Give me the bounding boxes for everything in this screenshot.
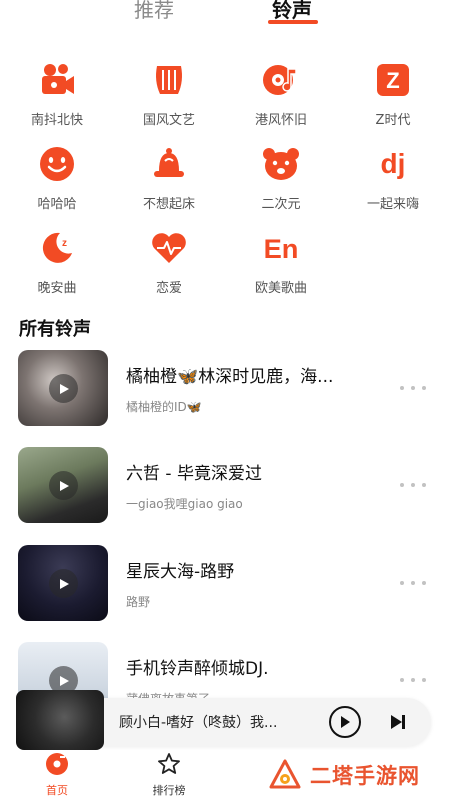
song-cover[interactable] bbox=[18, 447, 108, 523]
svg-text:z: z bbox=[62, 238, 67, 249]
category-label: 不想起床 bbox=[142, 197, 195, 212]
mini-player[interactable]: 顾小白-嗜好（咚鼓）我... bbox=[16, 690, 431, 750]
song-item[interactable]: 六哲 - 毕竟深爱过 一giao我哩giao giao bbox=[18, 447, 432, 523]
song-title: 六哲 - 毕竟深爱过 bbox=[126, 464, 262, 484]
category-label: 二次元 bbox=[261, 197, 301, 212]
category-wananqu[interactable]: z 晚安曲 bbox=[2, 228, 112, 296]
lyre-icon bbox=[149, 60, 189, 100]
category-yiqi-laihai[interactable]: dj 一起来嗨 bbox=[338, 144, 448, 212]
svg-text:En: En bbox=[264, 233, 299, 264]
category-guofeng-wenyi[interactable]: 国风文艺 bbox=[114, 60, 224, 128]
play-button[interactable] bbox=[329, 706, 361, 738]
category-label: 一起来嗨 bbox=[366, 197, 419, 212]
smiley-face-icon bbox=[37, 144, 77, 184]
category-label: 恋爱 bbox=[155, 281, 182, 296]
nav-label: 首页 bbox=[46, 784, 68, 797]
heart-pulse-icon bbox=[149, 228, 189, 268]
svg-text:Z: Z bbox=[386, 68, 399, 93]
category-gangfeng-huaijiu[interactable]: 港风怀旧 bbox=[226, 60, 336, 128]
category-label: 欧美歌曲 bbox=[254, 281, 307, 296]
video-camera-icon bbox=[37, 60, 77, 100]
song-artist: 路野 bbox=[126, 595, 151, 609]
category-ciyuan[interactable]: 二次元 bbox=[226, 144, 336, 212]
tab-active-indicator bbox=[268, 20, 318, 24]
song-title: 手机铃声醉倾城DJ. bbox=[126, 659, 269, 679]
song-item[interactable]: 橘柚橙🦋林深时见鹿，海... 橘柚橙的ID🦋 bbox=[18, 350, 432, 426]
category-buxiang-qichuang[interactable]: 不想起床 bbox=[114, 144, 224, 212]
more-options-icon[interactable] bbox=[400, 477, 426, 493]
song-cover[interactable] bbox=[18, 545, 108, 621]
vinyl-record-icon bbox=[261, 60, 301, 100]
nav-label: 排行榜 bbox=[152, 784, 186, 797]
watermark-logo-icon bbox=[269, 759, 301, 789]
song-title: 橘柚橙🦋林深时见鹿，海... bbox=[126, 367, 334, 387]
watermark: 二塔手游网 bbox=[268, 753, 420, 797]
play-icon bbox=[341, 716, 350, 728]
play-icon[interactable] bbox=[49, 569, 78, 598]
song-title: 星辰大海-路野 bbox=[126, 562, 235, 582]
category-label: 晚安曲 bbox=[37, 281, 77, 296]
category-nandou-beikuai[interactable]: 南抖北快 bbox=[2, 60, 112, 128]
skip-next-icon bbox=[391, 715, 405, 729]
category-label: 国风文艺 bbox=[142, 113, 195, 128]
top-tabs: 推荐 铃声 bbox=[0, 0, 450, 28]
en-icon: En bbox=[261, 228, 301, 268]
category-hahaha[interactable]: 哈哈哈 bbox=[2, 144, 112, 212]
bear-face-icon bbox=[261, 144, 301, 184]
song-cover[interactable] bbox=[18, 350, 108, 426]
category-label: 哈哈哈 bbox=[37, 197, 77, 212]
alarm-bell-icon bbox=[149, 144, 189, 184]
song-item[interactable]: 星辰大海-路野 路野 bbox=[18, 545, 432, 621]
song-artist: 一giao我哩giao giao bbox=[126, 497, 243, 511]
player-cover[interactable] bbox=[16, 690, 104, 750]
svg-text:dj: dj bbox=[381, 148, 406, 179]
nav-item-ranking[interactable]: 排行榜 bbox=[139, 752, 199, 798]
category-label: 港风怀旧 bbox=[254, 113, 307, 128]
dj-icon: dj bbox=[373, 144, 413, 184]
watermark-text: 二塔手游网 bbox=[310, 764, 420, 788]
category-label: 南抖北快 bbox=[30, 113, 83, 128]
more-options-icon[interactable] bbox=[400, 380, 426, 396]
section-title: 所有铃声 bbox=[19, 319, 91, 340]
play-icon[interactable] bbox=[49, 471, 78, 500]
home-disc-icon bbox=[46, 753, 68, 775]
more-options-icon[interactable] bbox=[400, 672, 426, 688]
next-track-button[interactable] bbox=[388, 712, 408, 732]
player-title: 顾小白-嗜好（咚鼓）我... bbox=[119, 715, 278, 731]
play-icon[interactable] bbox=[49, 374, 78, 403]
moon-sleep-icon: z bbox=[37, 228, 77, 268]
song-artist: 橘柚橙的ID🦋 bbox=[126, 400, 202, 414]
category-lianai[interactable]: 恋爱 bbox=[114, 228, 224, 296]
more-options-icon[interactable] bbox=[400, 575, 426, 591]
z-badge-icon: Z bbox=[373, 60, 413, 100]
tab-recommend[interactable]: 推荐 bbox=[134, 0, 174, 23]
nav-item-home[interactable]: 首页 bbox=[27, 752, 87, 798]
star-icon bbox=[158, 753, 180, 774]
category-z-era[interactable]: Z Z时代 bbox=[338, 60, 448, 128]
category-label: Z时代 bbox=[375, 113, 411, 128]
category-oumei-gequ[interactable]: En 欧美歌曲 bbox=[226, 228, 336, 296]
